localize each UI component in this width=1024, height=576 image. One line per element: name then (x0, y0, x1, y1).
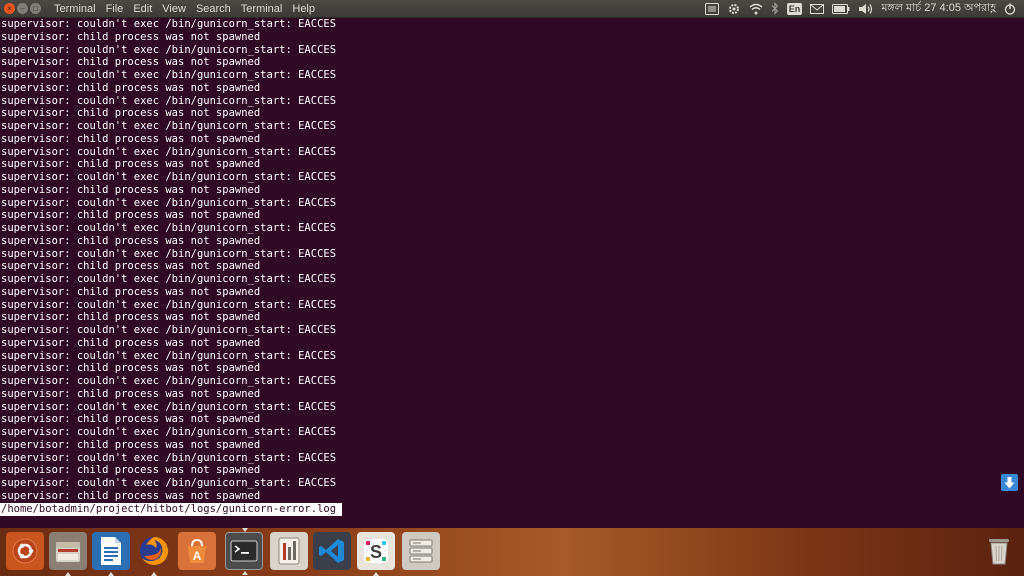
terminal-output-line: supervisor: child process was not spawne… (1, 158, 261, 171)
menu-edit[interactable]: Edit (128, 3, 157, 15)
menu-help[interactable]: Help (287, 3, 320, 15)
terminal-output-line: supervisor: couldn't exec /bin/gunicorn_… (1, 349, 337, 362)
terminal-output-line: supervisor: couldn't exec /bin/gunicorn_… (1, 120, 337, 132)
terminal-output-line: supervisor: couldn't exec /bin/gunicorn_… (1, 222, 337, 234)
minimize-window-icon[interactable]: – (17, 3, 28, 14)
terminal-output-line: supervisor: child process was not spawne… (1, 56, 261, 69)
files-icon[interactable] (49, 532, 87, 576)
terminal-output-line: supervisor: child process was not spawne… (1, 132, 261, 145)
terminal-output-line: supervisor: couldn't exec /bin/gunicorn_… (1, 171, 337, 183)
terminal-output-line: supervisor: child process was not spawne… (1, 464, 261, 477)
system-menu-icon[interactable] (1004, 0, 1016, 18)
menu-search[interactable]: Search (191, 3, 236, 15)
terminal-output-line: supervisor: couldn't exec /bin/gunicorn_… (1, 247, 337, 260)
terminal-output-line: supervisor: couldn't exec /bin/gunicorn_… (1, 94, 337, 107)
trash-icon[interactable] (980, 532, 1018, 570)
maximize-window-icon[interactable]: □ (30, 3, 41, 14)
keyboard-language-indicator[interactable]: En (786, 2, 803, 15)
terminal-output-line: supervisor: child process was not spawne… (1, 387, 261, 400)
terminal-output-line: supervisor: child process was not spawne… (1, 81, 261, 94)
terminal-output-line: supervisor: child process was not spawne… (1, 311, 261, 324)
terminal-output-line: supervisor: child process was not spawne… (1, 413, 261, 426)
menu-terminal[interactable]: Terminal (236, 3, 288, 15)
terminal-output-line: supervisor: child process was not spawne… (1, 209, 261, 222)
wifi-icon[interactable] (749, 0, 763, 18)
slack-icon[interactable]: S (357, 532, 395, 576)
menu-bar: Terminal File Edit View Search Terminal … (49, 3, 320, 15)
terminal-output-line: supervisor: couldn't exec /bin/gunicorn_… (1, 451, 337, 464)
terminal-output: supervisor: couldn't exec /bin/gunicorn_… (0, 18, 1024, 503)
software-center-icon[interactable]: A (178, 532, 216, 570)
scroll-down-arrow-icon[interactable] (1001, 474, 1018, 491)
terminal-output-line: supervisor: child process was not spawne… (1, 362, 261, 375)
battery-icon[interactable] (832, 0, 850, 18)
libreoffice-writer-icon[interactable] (92, 532, 130, 576)
svg-text:A: A (193, 549, 202, 563)
firefox-icon[interactable] (135, 532, 173, 576)
volume-icon[interactable] (858, 0, 873, 18)
terminal-output-line: supervisor: couldn't exec /bin/gunicorn_… (1, 298, 337, 311)
terminal-output-line: supervisor: child process was not spawne… (1, 30, 261, 43)
menu-view[interactable]: View (157, 3, 191, 15)
keyboard-icon[interactable] (704, 0, 719, 18)
menu-file[interactable]: File (101, 3, 129, 15)
terminal-output-line: supervisor: couldn't exec /bin/gunicorn_… (1, 426, 337, 438)
terminal-output-line: supervisor: child process was not spawne… (1, 107, 261, 120)
terminal-output-line: supervisor: child process was not spawne… (1, 438, 261, 451)
terminal-window[interactable]: supervisor: couldn't exec /bin/gunicorn_… (0, 18, 1024, 528)
focused-indicator (242, 528, 248, 532)
app-name: Terminal (54, 2, 96, 15)
server-storage-icon[interactable] (402, 532, 440, 570)
terminal-output-line: supervisor: couldn't exec /bin/gunicorn_… (1, 69, 337, 81)
running-indicator (108, 572, 114, 576)
terminal-output-line: supervisor: couldn't exec /bin/gunicorn_… (1, 273, 337, 285)
terminal-icon[interactable] (225, 528, 263, 575)
close-window-icon[interactable]: × (4, 3, 15, 14)
dash-home-icon[interactable] (6, 532, 44, 570)
running-indicator (151, 572, 157, 576)
bluetooth-icon[interactable] (771, 0, 779, 18)
settings-gear-icon[interactable] (727, 0, 741, 18)
running-indicator (242, 571, 248, 575)
visual-studio-code-icon[interactable] (313, 532, 351, 570)
window-controls: × – □ (4, 3, 41, 14)
terminal-output-line: supervisor: couldn't exec /bin/gunicorn_… (1, 324, 337, 336)
terminal-output-line: supervisor: couldn't exec /bin/gunicorn_… (1, 43, 337, 56)
terminal-output-line: supervisor: child process was not spawne… (1, 260, 261, 273)
terminal-status-line: /home/botadmin/project/hitbot/logs/gunic… (0, 503, 343, 516)
running-indicator (65, 572, 71, 576)
terminal-output-line: supervisor: couldn't exec /bin/gunicorn_… (1, 196, 337, 209)
top-panel: × – □ Terminal File Edit View Search Ter… (0, 0, 1024, 18)
mail-icon[interactable] (810, 0, 825, 18)
clock[interactable]: মঙ্গল মার্চ 27 4:05 অপরাহ্ণ (881, 0, 996, 18)
terminal-output-line: supervisor: child process was not spawne… (1, 234, 261, 247)
running-indicator (373, 572, 379, 576)
terminal-output-line: supervisor: couldn't exec /bin/gunicorn_… (1, 145, 337, 158)
terminal-output-line: supervisor: couldn't exec /bin/gunicorn_… (1, 477, 337, 489)
launcher-dock: A S (0, 528, 1024, 576)
terminal-output-line: supervisor: child process was not spawne… (1, 285, 261, 298)
terminal-output-line: supervisor: child process was not spawne… (1, 489, 261, 502)
svg-text:S: S (370, 542, 382, 562)
system-monitor-icon[interactable] (270, 532, 308, 570)
indicator-area: En মঙ্গল মার্চ 27 4:05 অপরাহ্ণ (704, 0, 1024, 18)
terminal-output-line: supervisor: couldn't exec /bin/gunicorn_… (1, 400, 337, 413)
terminal-output-line: supervisor: couldn't exec /bin/gunicorn_… (1, 375, 337, 387)
terminal-output-line: supervisor: child process was not spawne… (1, 336, 261, 349)
terminal-output-line: supervisor: child process was not spawne… (1, 183, 261, 196)
terminal-output-line: supervisor: couldn't exec /bin/gunicorn_… (1, 18, 337, 30)
